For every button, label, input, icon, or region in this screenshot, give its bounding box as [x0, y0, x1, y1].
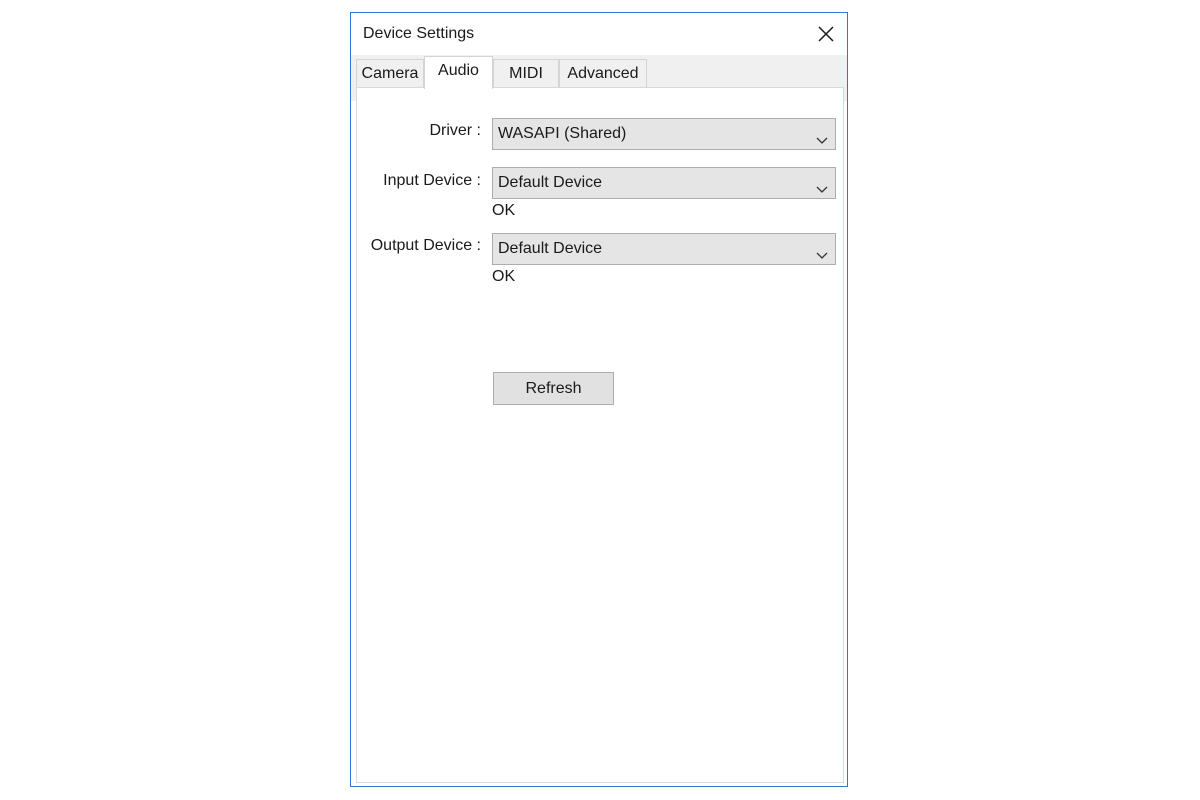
- tab-camera[interactable]: Camera: [356, 59, 424, 87]
- tab-midi[interactable]: MIDI: [493, 59, 559, 87]
- output-device-label: Output Device :: [370, 237, 481, 254]
- driver-value: WASAPI (Shared): [498, 125, 627, 142]
- title-bar: Device Settings: [351, 13, 847, 55]
- audio-tab-panel: Driver : WASAPI (Shared) Input Device : …: [356, 87, 844, 783]
- chevron-down-icon: [815, 128, 829, 144]
- output-device-value: Default Device: [498, 240, 603, 257]
- input-device-select[interactable]: Default Device: [492, 167, 836, 199]
- tab-advanced[interactable]: Advanced: [559, 59, 647, 87]
- input-device-status: OK: [492, 202, 516, 219]
- output-device-select[interactable]: Default Device: [492, 233, 836, 265]
- input-device-value: Default Device: [498, 174, 603, 191]
- close-button[interactable]: [813, 21, 839, 47]
- window-title: Device Settings: [363, 25, 475, 42]
- close-icon: [813, 21, 839, 47]
- driver-select[interactable]: WASAPI (Shared): [492, 118, 836, 150]
- chevron-down-icon: [815, 177, 829, 193]
- chevron-down-icon: [815, 243, 829, 259]
- tab-audio[interactable]: Audio: [424, 56, 493, 89]
- input-device-label: Input Device :: [383, 172, 481, 189]
- driver-label: Driver :: [429, 122, 481, 139]
- output-device-status: OK: [492, 268, 516, 285]
- refresh-button[interactable]: Refresh: [493, 372, 614, 405]
- device-settings-window: Device Settings Camera Audio MIDI Advanc…: [350, 12, 848, 787]
